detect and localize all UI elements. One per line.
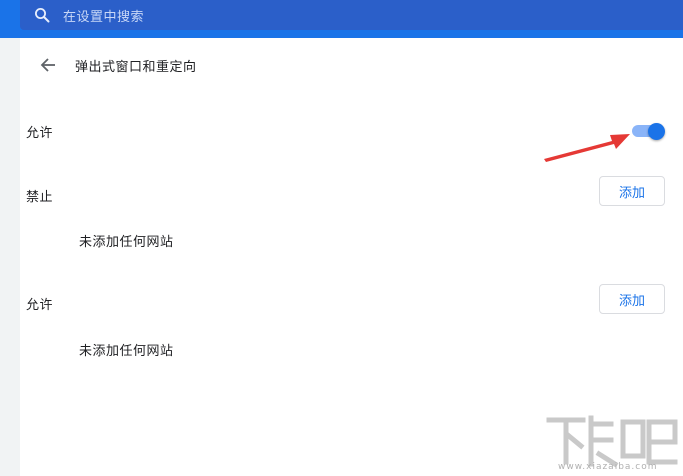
search-input[interactable]: 在设置中搜索 (63, 6, 144, 25)
watermark-domain: www.xiazaiba.com (558, 462, 658, 472)
annotation-arrow (544, 134, 630, 162)
top-bar: 在设置中搜索 (0, 0, 683, 38)
settings-card: 弹出式窗口和重定向 允许 禁止 添加 未添加任何网站 允许 添加 未添加任何网站 (20, 38, 683, 476)
add-allow-site-button[interactable]: 添加 (599, 284, 665, 314)
toggle-knob (648, 123, 665, 140)
add-block-site-button[interactable]: 添加 (599, 176, 665, 206)
search-icon (33, 6, 51, 24)
block-empty-text: 未添加任何网站 (79, 235, 174, 250)
allow-empty-text: 未添加任何网站 (79, 344, 174, 359)
allow-section-label: 允许 (26, 298, 54, 313)
master-toggle-label: 允许 (26, 126, 54, 141)
page-title: 弹出式窗口和重定向 (75, 59, 197, 75)
search-box[interactable]: 在设置中搜索 (20, 0, 683, 30)
page-header: 弹出式窗口和重定向 (20, 38, 683, 92)
arrow-back-icon[interactable] (38, 55, 58, 75)
block-section-label: 禁止 (26, 190, 54, 205)
